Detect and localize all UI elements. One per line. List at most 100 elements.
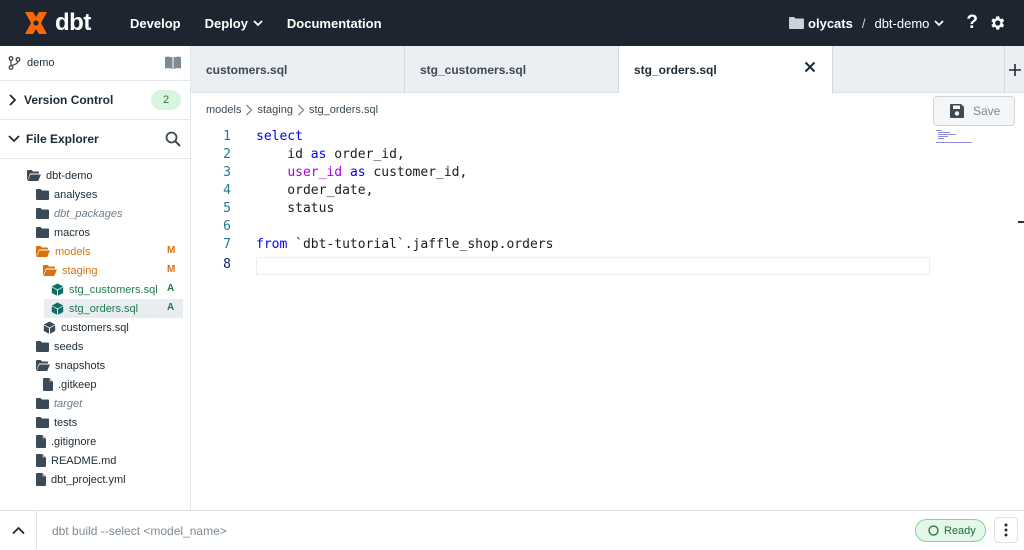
breadcrumb-item[interactable]: stg_orders.sql (309, 104, 378, 116)
code-editor[interactable]: 1 select 2 id as order_id, 3 user_id as c… (191, 128, 1024, 508)
file-tree-item[interactable]: dbt_project.yml (36, 470, 126, 489)
code-line: 8 (191, 256, 931, 274)
file-icon (36, 454, 46, 467)
more-options-button[interactable] (994, 517, 1018, 543)
nav-documentation-label: Documentation (286, 15, 382, 31)
nav-develop[interactable]: Develop (130, 16, 181, 31)
account-name: olycats (808, 15, 853, 31)
code-line: 2 id as order_id, (191, 146, 931, 164)
line-number: 2 (223, 147, 231, 162)
folder-icon (36, 398, 49, 409)
code-line: 7 from `dbt-tutorial`.jaffle_shop.orders (191, 236, 931, 254)
main-nav: Develop Deploy Documentation (130, 16, 406, 31)
expand-panel-button[interactable] (0, 511, 37, 550)
add-tab-button[interactable] (1004, 46, 1024, 93)
chevron-up-icon (11, 526, 25, 535)
scrollbar-marker[interactable] (1018, 221, 1024, 223)
file-tree-label: seeds (54, 340, 84, 353)
book-icon[interactable] (165, 56, 181, 69)
file-tree-item[interactable]: tests (36, 413, 77, 432)
git-status-badge: A (167, 302, 175, 313)
file-tree-label: .gitignore (51, 435, 97, 448)
file-tree-item[interactable]: dbt_packages (36, 204, 123, 223)
file-icon (36, 473, 46, 486)
code-text: id as order_id, (256, 147, 405, 162)
file-tree-item[interactable]: macros (36, 223, 90, 242)
code-minimap[interactable] (936, 130, 976, 144)
gear-icon[interactable] (988, 14, 1006, 32)
folder-icon (36, 227, 49, 238)
file-tree-item[interactable]: .gitkeep (43, 375, 97, 394)
file-tree-item[interactable]: seeds (36, 337, 83, 356)
file-tree-item[interactable]: snapshots (36, 356, 105, 375)
top-navbar: dbt Develop Deploy Documentation olycats… (0, 0, 1024, 46)
nav-documentation[interactable]: Documentation (287, 16, 382, 31)
file-tree-label: models (55, 245, 91, 258)
branch-row[interactable]: demo (0, 46, 190, 81)
nav-develop-label: Develop (130, 15, 181, 31)
folder-open-icon (36, 246, 50, 257)
version-control-section[interactable]: Version Control 2 (0, 81, 190, 120)
folder-icon (36, 208, 49, 219)
line-number: 7 (223, 237, 231, 252)
code-line: 1 select (191, 128, 931, 146)
folder-icon (36, 341, 49, 352)
search-icon[interactable] (165, 131, 181, 147)
file-tree-label: staging (62, 264, 98, 277)
file-tree-item[interactable]: analyses (36, 185, 97, 204)
file-tree-label: stg_orders.sql (69, 302, 139, 315)
file-explorer-section[interactable]: File Explorer (0, 120, 190, 159)
folder-open-icon (36, 360, 50, 371)
project-switcher[interactable]: olycats / dbt-demo (789, 15, 945, 31)
file-tree-item[interactable]: customers.sql (43, 318, 129, 337)
nav-deploy[interactable]: Deploy (205, 16, 263, 31)
tab-stg-customers-sql[interactable]: stg_customers.sql (405, 46, 619, 93)
file-tree-label: target (54, 397, 83, 410)
breadcrumb-item[interactable]: staging (257, 104, 292, 116)
file-tree-label: customers.sql (61, 321, 129, 334)
file-tree-item[interactable]: stg_customers.sql (51, 280, 158, 299)
file-tree-label: README.md (51, 454, 117, 467)
tab-stg-orders-sql[interactable]: stg_orders.sql (619, 46, 833, 94)
help-icon[interactable]: ? (966, 12, 978, 34)
line-number: 1 (223, 129, 231, 144)
code-text: select (256, 129, 303, 144)
branch-name: demo (27, 57, 55, 69)
dbt-logo[interactable]: dbt (22, 9, 122, 37)
close-icon[interactable] (804, 61, 816, 73)
command-bar: Ready (0, 510, 1024, 550)
breadcrumb-item[interactable]: models (206, 104, 241, 116)
tab-customers-sql[interactable]: customers.sql (191, 46, 405, 93)
folder-icon (36, 417, 49, 428)
tab-label: stg_customers.sql (420, 62, 527, 77)
model-cube-icon (51, 283, 64, 296)
git-status-badge: A (167, 283, 175, 294)
file-tree-label: analyses (54, 188, 98, 201)
command-input[interactable] (38, 511, 898, 550)
line-number: 5 (223, 201, 231, 216)
file-tree-item[interactable]: staging (43, 261, 97, 280)
save-button[interactable]: Save (933, 96, 1015, 126)
kebab-menu-icon (1004, 523, 1008, 537)
file-icon (43, 378, 53, 391)
file-tree-label: dbt_project.yml (51, 473, 126, 486)
logo-text: dbt (55, 9, 91, 36)
line-number: 4 (223, 183, 231, 198)
code-text: from `dbt-tutorial`.jaffle_shop.orders (256, 237, 554, 252)
status-circle-icon (928, 525, 939, 536)
git-branch-icon (8, 56, 21, 70)
file-tree-label: macros (54, 226, 91, 239)
line-number: 6 (223, 219, 231, 234)
top-right-controls: olycats / dbt-demo ? (789, 0, 1024, 46)
line-number: 3 (223, 165, 231, 180)
file-tree-item[interactable]: stg_orders.sql (44, 299, 183, 318)
chevron-down-icon (934, 19, 945, 26)
save-label: Save (973, 104, 1001, 118)
file-tree-item[interactable]: models (36, 242, 90, 261)
file-tree-item[interactable]: dbt-demo (27, 166, 92, 185)
status-badge: Ready (915, 519, 986, 542)
file-tree-item[interactable]: target (36, 394, 82, 413)
folder-open-icon (27, 170, 41, 181)
file-tree-item[interactable]: README.md (36, 451, 116, 470)
file-tree-item[interactable]: .gitignore (36, 432, 96, 451)
